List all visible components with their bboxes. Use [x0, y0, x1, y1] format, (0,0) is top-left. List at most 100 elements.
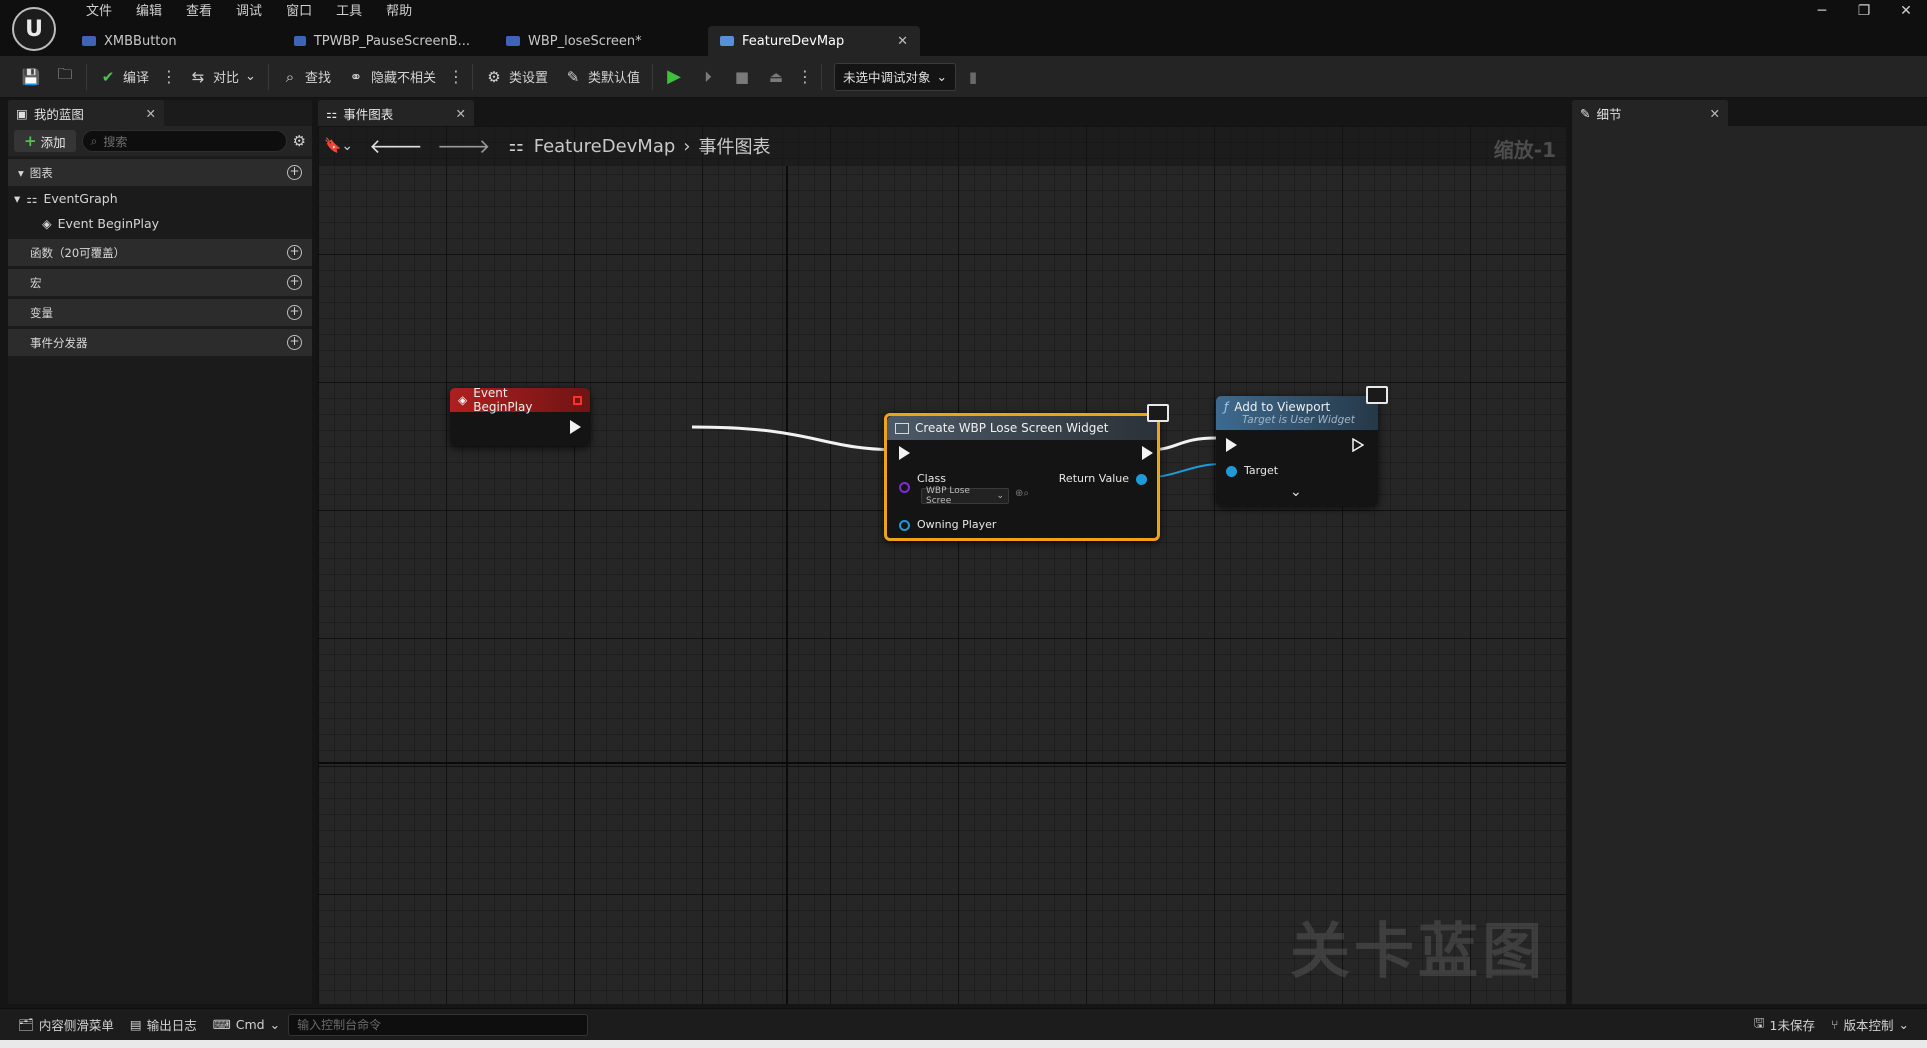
section-functions[interactable]: 函数（20可覆盖） +	[8, 238, 312, 266]
tab-losescreen[interactable]: WBP_loseScreen*	[494, 26, 694, 56]
content-drawer-button[interactable]: 🗂 内容侧滑菜单	[10, 1011, 122, 1039]
return-value-pin[interactable]	[1136, 474, 1147, 485]
play-button[interactable]: ▶	[657, 61, 691, 93]
save-button[interactable]: 💾	[14, 61, 48, 93]
tab-my-blueprint[interactable]: ▣ 我的蓝图 ✕	[8, 100, 164, 126]
unreal-logo-icon[interactable]: U	[12, 7, 56, 51]
details-tab-label: 细节	[1596, 106, 1622, 122]
compile-button[interactable]: ✔ 编译	[91, 61, 157, 93]
tab-details[interactable]: ✎ 细节 ✕	[1572, 100, 1728, 126]
exec-in-pin[interactable]	[899, 446, 910, 460]
console-command-input[interactable]: 输入控制台命令	[288, 1013, 589, 1036]
debug-target-select[interactable]: 未选中调试对象 ⌄	[834, 62, 956, 91]
target-pin[interactable]	[1226, 466, 1237, 477]
source-control-label: 版本控制	[1843, 1018, 1894, 1033]
blueprint-icon: ▣	[16, 105, 28, 121]
console-placeholder: 输入控制台命令	[297, 1018, 382, 1032]
node-create-widget[interactable]: Create WBP Lose Screen Widget Class WBP …	[884, 404, 1169, 541]
class-settings-button[interactable]: ⚙ 类设置	[477, 61, 556, 93]
search-icon: ⌕	[285, 67, 295, 86]
output-log-button[interactable]: ▤ 输出日志	[122, 1011, 205, 1039]
add-variable-icon[interactable]: +	[287, 305, 302, 320]
unsaved-icon: 🖫	[1753, 1015, 1765, 1030]
eject-icon: ⏏	[768, 67, 784, 86]
menu-view[interactable]: 查看	[174, 0, 224, 24]
close-tab-icon[interactable]: ✕	[146, 106, 156, 121]
close-tab-icon[interactable]: ✕	[897, 34, 908, 49]
close-tab-icon[interactable]: ✕	[456, 106, 466, 121]
compile-options-icon[interactable]: ⋮	[157, 67, 181, 86]
browse-asset-icon[interactable]: ⊕⌕	[1015, 488, 1029, 499]
exec-out-pin[interactable]	[1352, 438, 1364, 452]
close-window-icon[interactable]: ✕	[1885, 0, 1927, 24]
cmd-select[interactable]: ⌨ Cmd ⌄	[205, 1011, 288, 1039]
add-function-icon[interactable]: +	[287, 245, 302, 260]
event-delegate-pin[interactable]	[573, 395, 582, 405]
section-event-dispatchers[interactable]: 事件分发器 +	[8, 328, 312, 356]
tab-event-graph[interactable]: ⚏ 事件图表 ✕	[318, 100, 474, 126]
exec-out-pin[interactable]	[1142, 446, 1153, 460]
widget-blueprint-icon	[506, 36, 520, 46]
event-graph-canvas[interactable]: 🔖⌄ 🡐 🡒 ⚏ FeatureDevMap › 事件图表 缩放-1 ◈ Eve…	[318, 126, 1566, 1004]
owning-player-pin[interactable]	[899, 520, 910, 531]
chevron-down-icon: ⌄	[936, 69, 947, 84]
menu-bar: 文件 编辑 查看 调试 窗口 工具 帮助	[74, 0, 424, 24]
section-label: 变量	[30, 305, 53, 320]
exec-in-pin[interactable]	[1226, 438, 1237, 452]
tab-xmbbutton[interactable]: XMBButton	[70, 26, 270, 56]
tab-pausescreen[interactable]: TPWBP_PauseScreenB...	[282, 26, 482, 56]
browse-button[interactable]: 🗀	[48, 61, 82, 93]
menu-edit[interactable]: 编辑	[124, 0, 174, 24]
expand-pins-icon[interactable]: ⌄	[1290, 484, 1302, 500]
my-blueprint-toolbar: + 添加 ⌕ 搜索 ⚙	[8, 126, 312, 156]
menu-file[interactable]: 文件	[74, 0, 124, 24]
class-defaults-button[interactable]: ✎ 类默认值	[556, 61, 648, 93]
unsaved-button[interactable]: 🖫 1未保存	[1746, 1011, 1823, 1039]
tab-label: XMBButton	[104, 33, 177, 49]
section-graphs[interactable]: ▾ 图表 +	[8, 158, 312, 186]
hide-options-icon[interactable]: ⋮	[444, 67, 468, 86]
close-tab-icon[interactable]: ✕	[1710, 106, 1720, 121]
exec-out-pin[interactable]	[570, 420, 581, 434]
eject-button[interactable]: ⏏	[759, 61, 793, 93]
step-button[interactable]: ⏵	[691, 61, 725, 93]
source-control-button[interactable]: ⑂ 版本控制 ⌄	[1823, 1011, 1917, 1039]
hide-unrelated-button[interactable]: ⚭ 隐藏不相关	[339, 61, 444, 93]
exec-out-outline	[1352, 438, 1364, 452]
class-select[interactable]: WBP Lose Scree ⌄	[921, 486, 1009, 506]
play-options-icon[interactable]: ⋮	[793, 67, 817, 86]
blueprint-toolbar: 💾 🗀 ✔ 编译 ⋮ ⇆ 对比 ⌄ ⌕ 查找 ⚭ 隐藏不相关 ⋮ ⚙ 类设置 ✎…	[0, 56, 1927, 98]
add-dispatcher-icon[interactable]: +	[287, 335, 302, 350]
section-variables[interactable]: 变量 +	[8, 298, 312, 326]
add-graph-icon[interactable]: +	[287, 165, 302, 180]
section-label: 图表	[29, 165, 53, 180]
diff-icon: ⇆	[191, 67, 205, 86]
menu-help[interactable]: 帮助	[374, 0, 424, 24]
minimize-icon[interactable]: ─	[1801, 0, 1843, 24]
add-macro-icon[interactable]: +	[287, 275, 302, 290]
debug-filter-button[interactable]: ▮	[956, 61, 990, 93]
diff-button[interactable]: ⇆ 对比 ⌄	[181, 61, 264, 93]
node-event-beginplay[interactable]: ◈ Event BeginPlay	[450, 386, 590, 446]
search-input[interactable]: ⌕ 搜索	[81, 130, 287, 152]
find-label: 查找	[304, 71, 331, 86]
class-pin[interactable]	[899, 482, 910, 493]
tree-item-eventgraph[interactable]: ▾ ⚏ EventGraph	[8, 186, 312, 211]
node-title: Event BeginPlay	[473, 386, 533, 414]
plus-icon: +	[24, 132, 37, 150]
stop-button[interactable]: ■	[725, 61, 759, 93]
restore-icon[interactable]: ❐	[1843, 0, 1885, 24]
find-button[interactable]: ⌕ 查找	[273, 61, 339, 93]
tree-item-event-beginplay[interactable]: ◈ Event BeginPlay	[8, 211, 312, 236]
gear-icon[interactable]: ⚙	[293, 132, 306, 150]
compile-check-icon: ✔	[101, 67, 115, 86]
add-button[interactable]: + 添加	[14, 130, 76, 152]
tab-featuredevmap[interactable]: FeatureDevMap ✕	[708, 26, 920, 56]
menu-window[interactable]: 窗口	[274, 0, 324, 24]
menu-tools[interactable]: 工具	[324, 0, 374, 24]
title-bar: 文件 编辑 查看 调试 窗口 工具 帮助 ─ ❐ ✕	[0, 0, 1927, 24]
section-macros[interactable]: 宏 +	[8, 268, 312, 296]
node-header: ƒ Add to Viewport Target is User Widget	[1216, 396, 1378, 430]
menu-debug[interactable]: 调试	[224, 0, 274, 24]
node-add-to-viewport[interactable]: ƒ Add to Viewport Target is User Widget …	[1216, 386, 1388, 506]
